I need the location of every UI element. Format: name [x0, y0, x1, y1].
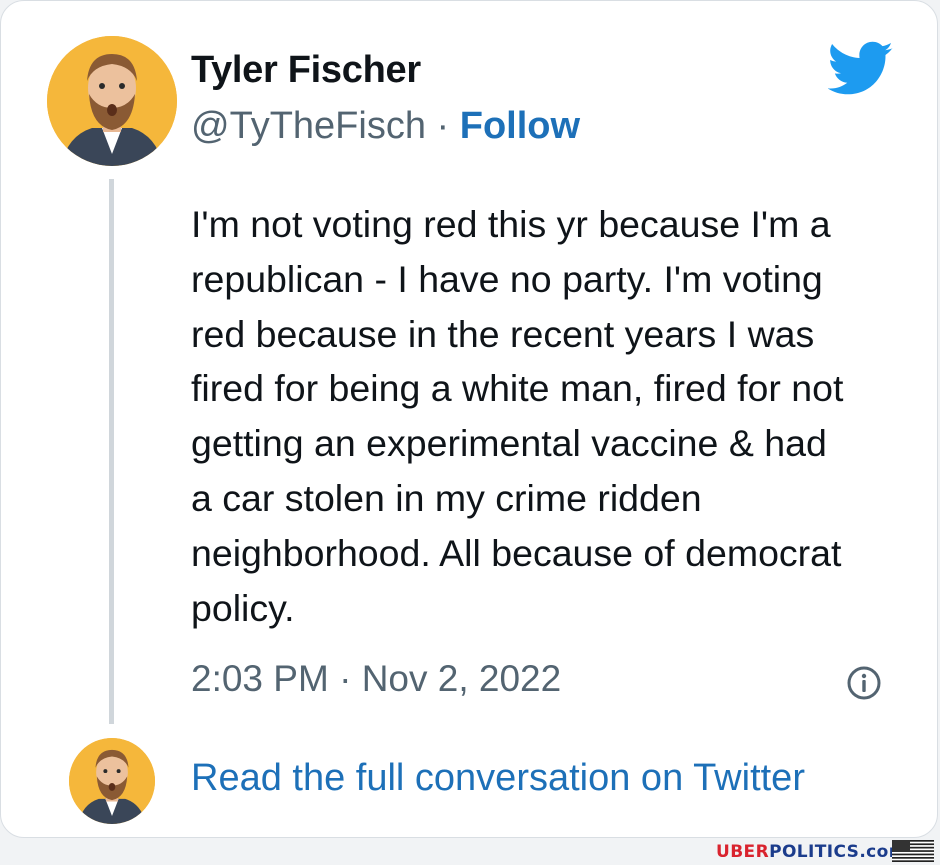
tweet-text: I'm not voting red this yr because I'm a…: [191, 203, 844, 629]
tweet-time: 2:03 PM: [191, 658, 329, 699]
tweet-date: Nov 2, 2022: [361, 658, 562, 699]
twitter-bird-icon[interactable]: [828, 41, 894, 97]
read-full-conversation-link[interactable]: Read the full conversation on Twitter: [191, 757, 805, 800]
thread-line: [109, 179, 114, 724]
author-handle-row: @TyTheFisch · Follow: [191, 105, 580, 148]
tweet-timestamp[interactable]: 2:03 PM · Nov 2, 2022: [191, 658, 561, 700]
author-avatar[interactable]: [47, 36, 177, 166]
watermark-part-1: UBER: [716, 842, 770, 862]
watermark-part-2: POLITICS: [769, 842, 860, 862]
author-avatar-small[interactable]: [69, 738, 155, 824]
author-name[interactable]: Tyler Fischer: [191, 49, 421, 92]
info-circle-icon[interactable]: [846, 665, 882, 701]
timestamp-separator: ·: [339, 658, 352, 699]
handle-separator: ·: [436, 105, 450, 147]
follow-button[interactable]: Follow: [460, 105, 580, 147]
site-watermark: UBERPOLITICS.com: [716, 842, 907, 862]
us-flag-icon: [892, 840, 934, 862]
author-handle[interactable]: @TyTheFisch: [191, 105, 426, 147]
tweet-card: Tyler Fischer @TyTheFisch · Follow I'm n…: [0, 0, 938, 838]
